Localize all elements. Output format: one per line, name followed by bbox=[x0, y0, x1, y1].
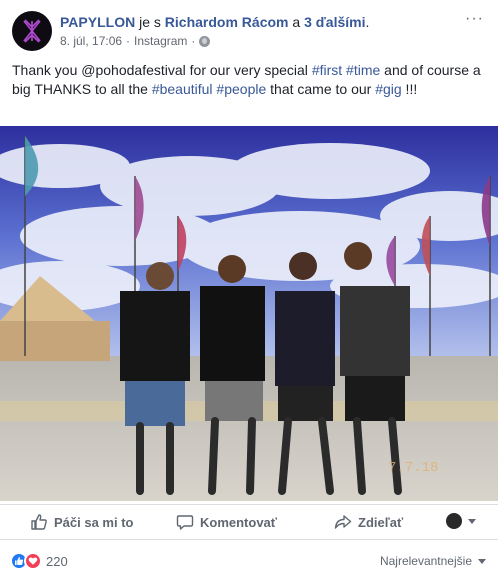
post-message: Thank you @pohodafestival for our very s… bbox=[12, 61, 488, 99]
hashtag-gig[interactable]: #gig bbox=[375, 81, 401, 97]
sort-label: Najrelevantnejšie bbox=[379, 554, 472, 568]
post-meta: 8. júl, 17:06 · Instagram · bbox=[60, 34, 211, 48]
post-date-link[interactable]: 8. júl, 17:06 bbox=[60, 34, 122, 48]
page-avatar[interactable] bbox=[12, 11, 52, 51]
post-photo[interactable]: 7.7.18 bbox=[0, 126, 498, 501]
reactions-summary[interactable]: 220 bbox=[10, 552, 68, 570]
profile-mini-avatar bbox=[446, 513, 462, 529]
with-text: je s bbox=[135, 14, 165, 30]
thumbs-up-icon bbox=[31, 514, 47, 530]
post-text-segment: !!! bbox=[401, 81, 418, 97]
share-icon bbox=[334, 515, 352, 529]
like-button[interactable]: Páči sa mi to bbox=[30, 513, 133, 531]
globe-icon[interactable] bbox=[199, 35, 211, 47]
hashtag-time[interactable]: #time bbox=[346, 62, 380, 78]
and-text: a bbox=[288, 14, 305, 30]
comment-button[interactable]: Komentovať bbox=[176, 513, 277, 531]
share-button[interactable]: Zdieľať bbox=[334, 513, 403, 531]
hashtag-people[interactable]: #people bbox=[216, 81, 266, 97]
like-label: Páči sa mi to bbox=[54, 514, 134, 530]
meta-separator: · bbox=[126, 34, 131, 48]
post-footer: 220 Najrelevantnejšie bbox=[0, 548, 498, 576]
post-as-selector[interactable] bbox=[446, 513, 476, 529]
others-link[interactable]: 3 ďalšími bbox=[304, 14, 365, 30]
post-author-line: PAPYLLON je s Richardom Rácom a 3 ďalším… bbox=[60, 14, 369, 30]
post-text-segment: that came to our bbox=[266, 81, 376, 97]
action-bar: Páči sa mi to Komentovať Zdieľať bbox=[0, 504, 498, 540]
comment-label: Komentovať bbox=[200, 514, 278, 530]
love-reaction-icon bbox=[24, 552, 42, 570]
photo-timestamp-overlay: 7.7.18 bbox=[388, 460, 438, 476]
more-options-icon[interactable]: ··· bbox=[465, 10, 484, 28]
post-text-segment: Thank you @pohodafestival for our very s… bbox=[12, 62, 312, 78]
chevron-down-icon bbox=[468, 518, 476, 524]
post-header: PAPYLLON je s Richardom Rácom a 3 ďalším… bbox=[0, 0, 498, 56]
chevron-down-icon bbox=[478, 558, 486, 564]
hashtag-first[interactable]: #first bbox=[312, 62, 342, 78]
reaction-count: 220 bbox=[46, 553, 68, 569]
share-label: Zdieľať bbox=[358, 514, 404, 530]
comment-sort-dropdown[interactable]: Najrelevantnejšie bbox=[380, 554, 486, 568]
tagged-person-link[interactable]: Richardom Rácom bbox=[165, 14, 289, 30]
hashtag-beautiful[interactable]: #beautiful bbox=[152, 81, 213, 97]
meta-separator-2: · bbox=[191, 34, 196, 48]
comment-icon bbox=[176, 515, 194, 530]
photo-illustration: 7.7.18 bbox=[0, 126, 498, 501]
post-source: Instagram bbox=[134, 34, 188, 48]
page-name-link[interactable]: PAPYLLON bbox=[60, 14, 135, 30]
end-punct: . bbox=[365, 14, 370, 30]
